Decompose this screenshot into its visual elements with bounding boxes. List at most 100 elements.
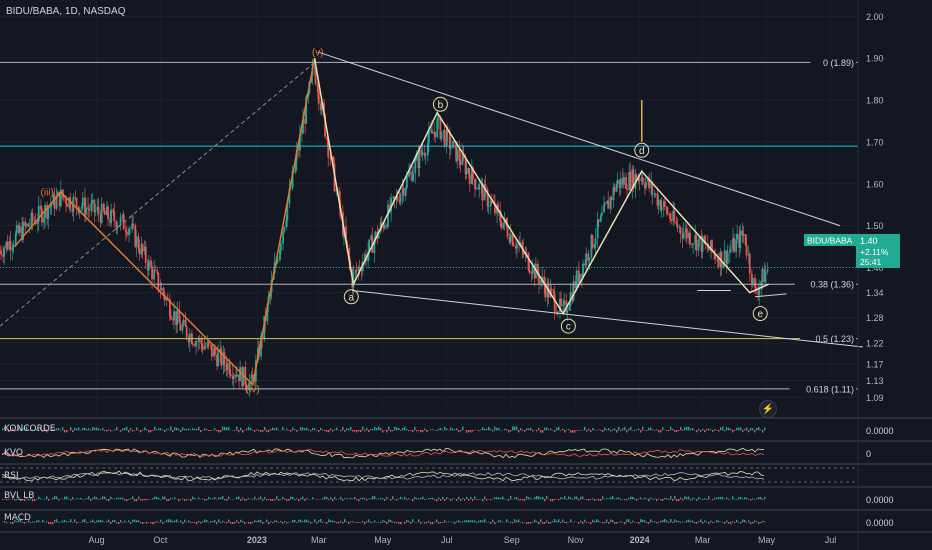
indicator-bar xyxy=(430,429,432,431)
indicator-bar xyxy=(620,499,622,501)
x-tick-label: Mar xyxy=(695,535,711,545)
indicator-bar xyxy=(536,496,538,500)
candle-body xyxy=(119,217,122,226)
indicator-bar xyxy=(636,429,638,431)
indicator-bar xyxy=(588,499,590,501)
candle-body xyxy=(91,199,94,204)
indicator-bar xyxy=(64,519,66,523)
indicator-bar xyxy=(716,497,718,500)
indicator-bar xyxy=(738,521,740,523)
indicator-bar xyxy=(154,522,156,524)
indicator-bar xyxy=(650,497,652,500)
indicator-bar xyxy=(344,519,346,523)
indicator-bar xyxy=(170,426,172,431)
indicator-bar xyxy=(674,496,676,500)
indicator-bar xyxy=(136,520,138,523)
indicator-bar xyxy=(692,428,694,431)
indicator-bar xyxy=(160,428,162,431)
indicator-bar xyxy=(508,430,510,433)
indicator-bar xyxy=(372,521,374,523)
candle-body xyxy=(663,201,666,207)
indicator-bar xyxy=(320,427,322,431)
indicator-bar xyxy=(696,430,698,433)
indicator-bar xyxy=(260,519,262,523)
indicator-bar xyxy=(656,499,658,502)
indicator-bar xyxy=(136,427,138,431)
indicator-bar xyxy=(536,521,538,523)
indicator-bar xyxy=(204,428,206,431)
indicator-bar xyxy=(716,520,718,523)
indicator-bar xyxy=(318,499,320,500)
indicator-bar xyxy=(660,430,662,433)
y-tick-label: 1.60 xyxy=(866,179,884,189)
indicator-bar xyxy=(200,430,202,433)
indicator-bar xyxy=(234,430,236,431)
indicator-bar xyxy=(538,522,540,525)
candle-body xyxy=(512,245,515,247)
indicator-bar xyxy=(274,520,276,523)
indicator-bar xyxy=(418,519,420,523)
indicator-bar xyxy=(108,429,110,431)
indicator-bar xyxy=(282,496,284,500)
wave-label: c xyxy=(566,322,571,333)
indicator-bar xyxy=(60,498,62,500)
indicator-bar xyxy=(640,519,642,523)
indicator-bar xyxy=(298,499,300,502)
candle-body xyxy=(220,348,223,366)
y-tick-label: 1.09 xyxy=(866,393,884,403)
lightning-icon[interactable]: ⚡ xyxy=(759,400,777,418)
indicator-bar xyxy=(546,496,548,500)
indicator-bar xyxy=(648,522,650,524)
indicator-bar xyxy=(216,430,218,432)
indicator-bar xyxy=(744,519,746,523)
indicator-bar xyxy=(434,499,436,501)
candle-body xyxy=(85,207,87,215)
indicator-bar xyxy=(194,522,196,523)
indicator-bar xyxy=(196,522,198,525)
indicator-bar xyxy=(114,498,116,500)
indicator-bar xyxy=(690,428,692,431)
candle-body xyxy=(383,224,386,229)
indicator-bar xyxy=(676,430,678,433)
y-tick-label: 2.00 xyxy=(866,12,884,22)
indicator-bar xyxy=(176,519,178,523)
candle-body xyxy=(100,203,103,223)
candle-body xyxy=(228,362,231,375)
indicator-bar xyxy=(232,430,234,431)
candle-body xyxy=(317,92,320,104)
indicator-bar xyxy=(258,497,260,500)
indicator-bar xyxy=(288,499,290,501)
indicator-bar xyxy=(410,522,412,524)
indicator-bar xyxy=(66,430,68,433)
indicator-bar xyxy=(428,430,430,431)
indicator-bar xyxy=(228,519,230,523)
indicator-bar xyxy=(378,522,380,523)
indicator-bar xyxy=(662,520,664,523)
indicator-bar xyxy=(436,519,438,523)
indicator-bar xyxy=(304,428,306,431)
indicator-bar xyxy=(638,428,640,431)
candle-body xyxy=(87,207,89,209)
indicator-bar xyxy=(438,522,440,524)
indicator-bar xyxy=(42,519,44,523)
indicator-bar xyxy=(750,522,752,525)
indicator-bar xyxy=(700,498,702,500)
indicator-bar xyxy=(252,499,254,500)
indicator-bar xyxy=(752,498,754,500)
indicator-bar xyxy=(650,519,652,523)
indicator-bar xyxy=(748,520,750,523)
indicator-bar xyxy=(386,522,388,525)
indicator-bar xyxy=(408,520,410,523)
indicator-bar xyxy=(574,430,576,433)
bvi-label: BVI_LB xyxy=(4,491,35,501)
candle-body xyxy=(408,173,410,177)
indicator-bar xyxy=(290,430,292,432)
price-chart[interactable]: 0 (1.89)0.38 (1.36)0.5 (1.23)0.618 (1.11… xyxy=(0,0,932,550)
candle-body xyxy=(742,234,745,236)
indicator-bar xyxy=(566,499,568,500)
indicator-bar xyxy=(316,430,318,431)
candle-body xyxy=(487,206,490,208)
indicator-bar xyxy=(670,426,672,431)
indicator-bar xyxy=(120,430,122,432)
indicator-bar xyxy=(228,496,230,500)
